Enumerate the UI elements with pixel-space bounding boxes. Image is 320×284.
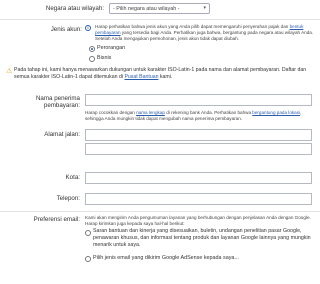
address-input-line2[interactable]: [85, 143, 312, 155]
country-selected-value: - Pilih negara atau wilayah -: [113, 6, 180, 12]
warning-icon: ⚠: [6, 68, 13, 75]
checkbox-newsletter[interactable]: [85, 230, 91, 236]
newsletter-option-label: Saran bantuan dan kinerja yang disesuaik…: [93, 228, 311, 248]
payee-name-input[interactable]: [85, 94, 312, 106]
city-label: Kota:: [65, 174, 80, 181]
iso-latin-notice: Pada tahap ini, kami hanya menawarkan du…: [14, 67, 307, 81]
address-input-line1[interactable]: [85, 129, 312, 141]
radio-perorangan[interactable]: [89, 46, 95, 52]
payee-help: Harap cocokkan dengan nama lengkap di re…: [85, 110, 302, 122]
phone-input[interactable]: [85, 193, 312, 205]
email-pref-intro: Kami akan mengirim Anda pengumuman layan…: [85, 215, 311, 226]
radio-bisnis[interactable]: [89, 56, 95, 62]
checkbox-email-types[interactable]: [85, 256, 91, 262]
select-arrow-icon: ▾: [203, 5, 206, 11]
phone-label: Telepon:: [56, 195, 80, 202]
help-center-link[interactable]: Pusat Bantuan: [124, 74, 158, 80]
email-pref-label: Preferensi email:: [33, 216, 80, 223]
option-bisnis-label: Bisnis: [97, 55, 112, 61]
city-input[interactable]: [85, 172, 312, 184]
payee-label-line2: pembayaran:: [43, 102, 80, 109]
country-select[interactable]: - Pilih negara atau wilayah - ▾: [109, 3, 210, 14]
payee-label-line1: Nama penerima: [35, 95, 80, 102]
address-label: Alamat jalan:: [44, 131, 80, 138]
option-perorangan-label: Perorangan: [97, 45, 126, 51]
country-label: Negara atau wilayah:: [45, 5, 104, 12]
location-link[interactable]: bergantung pada lokasi: [252, 110, 300, 115]
email-types-option-label: Pilih jenis email yang dikirim Google Ad…: [93, 255, 239, 261]
divider: [0, 211, 320, 212]
account-type-help: Harap perhatikan bahwa jenis akun yang A…: [95, 24, 314, 42]
account-type-label: Jenis akun:: [50, 26, 82, 33]
info-icon[interactable]: i: [85, 25, 91, 31]
full-name-link[interactable]: nama lengkap: [136, 110, 165, 115]
divider: [0, 19, 320, 20]
